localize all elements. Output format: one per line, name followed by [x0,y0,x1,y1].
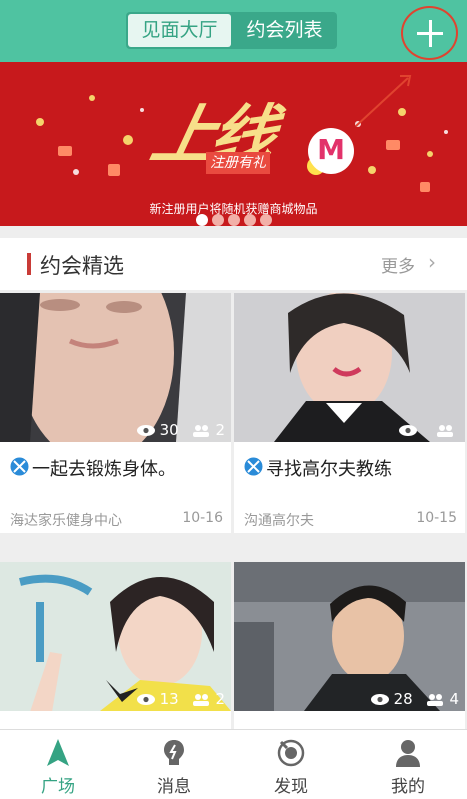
carousel-dot [212,214,224,226]
card-stats [398,421,459,439]
message-icon [164,740,184,765]
view-count: 30 [159,421,179,439]
section-title: 约会精选 [40,254,124,278]
eye-icon [399,425,418,436]
eye-icon [136,425,155,436]
add-date-button[interactable] [401,6,458,60]
view-count: 28 [393,690,413,708]
card-date: 10-15 [416,510,457,526]
view-switcher: 见面大厅 约会列表 [126,12,337,49]
people-icon [427,694,444,706]
user-photo [0,293,231,442]
brand-logo: M [308,128,354,174]
carousel-dot [260,214,272,226]
user-photo [234,562,465,711]
discover-icon [277,739,305,767]
tab-meeting-hall[interactable]: 见面大厅 [128,14,231,47]
chevron-right-icon[interactable]: › [428,250,436,274]
card-date: 10-16 [182,510,223,526]
carousel-dot [196,214,208,226]
participant-count: 4 [449,690,459,708]
user-photo [0,562,231,711]
nav-item-messages[interactable]: 消息 [116,730,232,799]
people-icon [193,425,210,437]
view-count: 13 [159,690,179,708]
card-stats: 28 4 [370,690,459,708]
banner-tag: 注册有礼 [206,152,270,174]
card-location: 沟通高尔夫 [244,513,314,529]
nav-label: 发现 [274,777,308,797]
nav-item-plaza[interactable]: 广场 [0,730,116,799]
sports-icon [244,457,263,476]
tab-date-list[interactable]: 约会列表 [232,12,337,49]
nav-item-profile[interactable]: 我的 [350,730,466,799]
promo-banner[interactable]: 上线 注册有礼 M 新注册用户将随机获赠商城物品 [0,62,467,226]
card-location: 海达家乐健身中心 [10,513,122,529]
eye-icon [136,694,155,705]
eye-icon [370,694,389,705]
card-stats: 30 2 [136,421,225,439]
sports-icon [10,457,29,476]
featured-dates-header: 约会精选 更多 › [0,238,467,290]
nav-label: 我的 [391,777,425,797]
date-card[interactable]: 寻找高尔夫教练 沟通高尔夫 10-15 [234,293,465,533]
date-card[interactable]: 30 2 一起去锻炼身体。 海达家乐健身中心 10-16 [0,293,231,533]
profile-icon [396,740,420,767]
carousel-dot [244,214,256,226]
card-title: 寻找高尔夫教练 [266,459,392,480]
people-icon [437,425,453,437]
nav-label: 广场 [41,777,75,797]
participant-count: 2 [215,690,225,708]
card-title: 一起去锻炼身体。 [32,459,176,480]
more-link[interactable]: 更多 [381,252,415,277]
plaza-icon [47,739,69,766]
people-icon [193,694,210,706]
nav-label: 消息 [157,777,191,797]
bottom-nav: 广场 消息 发现 我的 [0,729,467,799]
carousel-dot [228,214,240,226]
participant-count: 2 [215,421,225,439]
card-stats: 13 2 [136,690,225,708]
top-bar: 见面大厅 约会列表 [0,0,467,62]
carousel-indicator [196,211,276,226]
nav-item-discover[interactable]: 发现 [233,730,349,799]
user-photo [234,293,465,442]
app-screen: 见面大厅 约会列表 上线 注册有礼 M 新注册用户将随机获赠商城物品 约会精选 … [0,0,467,799]
section-accent-bar [27,253,31,275]
